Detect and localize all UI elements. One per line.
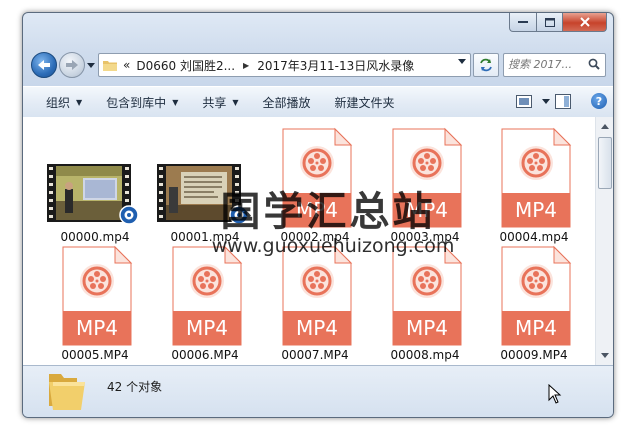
file-item[interactable]: 00000.mp4: [43, 127, 147, 245]
scroll-up-icon[interactable]: [601, 124, 609, 129]
magnifier-icon[interactable]: [588, 58, 600, 70]
mp4-file-icon: MP4: [282, 245, 353, 346]
refresh-button[interactable]: [473, 53, 499, 77]
mp4-badge-text: MP4: [76, 316, 118, 340]
mp4-badge-text: MP4: [406, 198, 448, 222]
media-player-badge-icon: [229, 205, 249, 225]
file-item[interactable]: 00001.mp4: [153, 127, 257, 245]
file-list[interactable]: 00000.mp4 00001.mp4 MP4 00002.mp4 MP4 00…: [23, 117, 595, 365]
new-folder-button[interactable]: 新建文件夹: [335, 94, 395, 111]
chevron-down-icon: ▼: [232, 97, 239, 107]
file-name: 00006.MP4: [171, 348, 239, 362]
file-item[interactable]: MP4 00004.mp4: [482, 127, 586, 245]
explorer-window: « D0660 刘国胜2... ▶ 2017年3月11-13日风水录像 组织: [22, 12, 614, 418]
forward-arrow-icon: [66, 60, 78, 70]
back-button[interactable]: [31, 52, 57, 78]
organize-menu[interactable]: 组织 ▼: [46, 94, 82, 111]
mp4-badge-text: MP4: [296, 316, 338, 340]
file-name: 00009.MP4: [500, 348, 568, 362]
minimize-icon: [518, 21, 528, 23]
preview-pane-icon[interactable]: [555, 94, 571, 109]
file-name: 00004.mp4: [499, 230, 569, 244]
file-item[interactable]: MP4 00007.MP4: [263, 245, 367, 363]
vertical-scrollbar[interactable]: [595, 117, 613, 365]
forward-button[interactable]: [59, 52, 85, 78]
maximize-icon: [544, 17, 555, 27]
folder-icon: [49, 374, 85, 410]
scroll-down-icon[interactable]: [601, 353, 609, 358]
file-name: 00000.mp4: [60, 230, 130, 244]
help-icon: ?: [595, 94, 603, 108]
details-pane: 42 个对象: [23, 365, 613, 417]
file-item[interactable]: MP4 00008.mp4: [373, 245, 477, 363]
file-name: 00007.MP4: [281, 348, 349, 362]
maximize-button[interactable]: [537, 13, 563, 32]
media-player-badge-icon: [119, 205, 139, 225]
file-name: 00002.mp4: [280, 230, 350, 244]
navigation-row: « D0660 刘国胜2... ▶ 2017年3月11-13日风水录像: [23, 52, 613, 81]
scroll-thumb[interactable]: [598, 137, 612, 189]
breadcrumb-parent[interactable]: D0660 刘国胜2...: [136, 57, 235, 74]
file-name: 00003.mp4: [390, 230, 460, 244]
chevron-down-icon[interactable]: [542, 99, 550, 104]
mp4-badge-text: MP4: [186, 316, 228, 340]
breadcrumb-current[interactable]: 2017年3月11-13日风水录像: [257, 57, 414, 74]
breadcrumb-separator-icon[interactable]: ▶: [243, 61, 249, 70]
folder-icon: [103, 61, 117, 71]
address-bar[interactable]: « D0660 刘国胜2... ▶ 2017年3月11-13日风水录像: [98, 53, 471, 77]
file-item[interactable]: MP4 00009.MP4: [482, 245, 586, 363]
play-all-button[interactable]: 全部播放: [263, 94, 311, 111]
organize-label: 组织: [46, 95, 71, 110]
file-item[interactable]: MP4 00002.mp4: [263, 127, 367, 245]
mp4-file-icon: MP4: [282, 127, 353, 228]
mouse-cursor-icon: [548, 384, 562, 404]
chevron-down-icon: [87, 62, 95, 68]
new-folder-label: 新建文件夹: [334, 95, 395, 110]
mp4-badge-text: MP4: [406, 316, 448, 340]
include-in-library-label: 包含到库中: [106, 95, 167, 110]
mp4-file-icon: MP4: [392, 245, 463, 346]
file-name: 00001.mp4: [170, 230, 240, 244]
command-bar: 组织 ▼ 包含到库中 ▼ 共享 ▼ 全部播放 新建文件夹 ?: [23, 86, 613, 118]
search-input[interactable]: [508, 56, 580, 72]
file-item[interactable]: MP4 00003.mp4: [373, 127, 477, 245]
mp4-file-icon: MP4: [501, 127, 572, 228]
view-thumbnails-icon: [516, 95, 532, 108]
include-in-library-menu[interactable]: 包含到库中 ▼: [106, 94, 178, 111]
search-box[interactable]: [503, 53, 606, 77]
change-view-button[interactable]: [516, 95, 550, 108]
mp4-file-icon: MP4: [172, 245, 243, 346]
help-button[interactable]: ?: [591, 93, 607, 109]
back-arrow-icon: [38, 60, 50, 70]
share-label: 共享: [202, 95, 227, 110]
recent-pages-button[interactable]: [86, 59, 96, 71]
mp4-badge-text: MP4: [515, 198, 557, 222]
mp4-badge-text: MP4: [515, 316, 557, 340]
mp4-file-icon: MP4: [392, 127, 463, 228]
minimize-button[interactable]: [509, 13, 537, 32]
share-menu[interactable]: 共享 ▼: [202, 94, 238, 111]
refresh-icon: [480, 58, 492, 72]
item-count: 42 个对象: [107, 380, 163, 394]
chevron-down-icon: ▼: [172, 97, 179, 107]
file-name: 00005.MP4: [61, 348, 129, 362]
address-dropdown-icon[interactable]: [458, 59, 466, 64]
mp4-file-icon: MP4: [501, 245, 572, 346]
mp4-badge-text: MP4: [296, 198, 338, 222]
file-name: 00008.mp4: [390, 348, 460, 362]
breadcrumb-overflow[interactable]: «: [123, 58, 130, 72]
file-item[interactable]: MP4 00005.MP4: [43, 245, 147, 363]
close-button[interactable]: [563, 13, 607, 32]
chevron-down-icon: ▼: [76, 97, 83, 107]
mp4-file-icon: MP4: [62, 245, 133, 346]
file-item[interactable]: MP4 00006.MP4: [153, 245, 257, 363]
play-all-label: 全部播放: [262, 95, 311, 110]
caption-buttons: [509, 13, 607, 33]
close-icon: [579, 17, 590, 27]
